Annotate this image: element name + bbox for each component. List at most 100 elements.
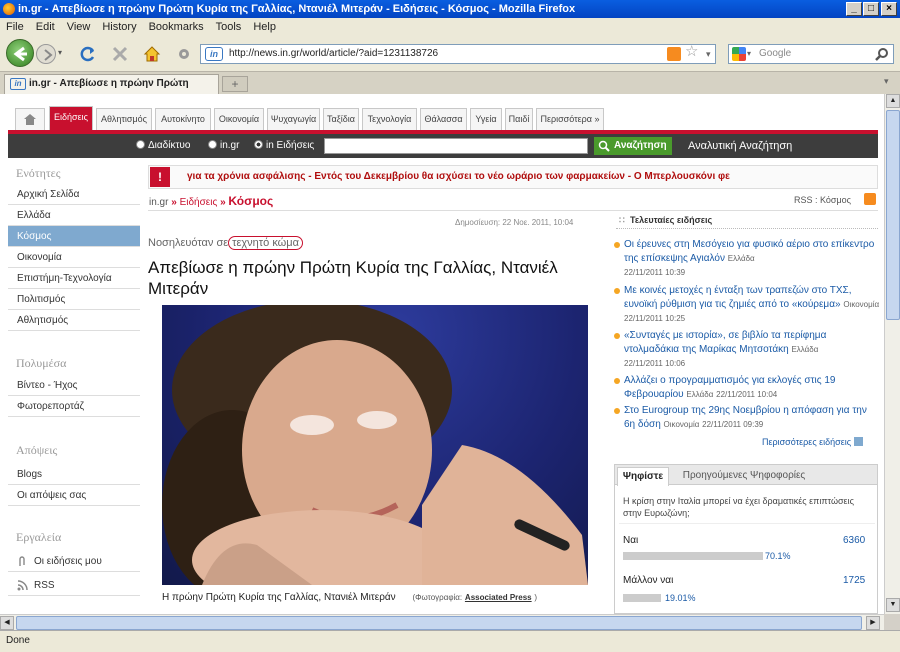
news-item[interactable]: Στο Eurogroup της 29ης Νοεμβρίου η απόφα… [614, 404, 880, 432]
menu-view[interactable]: View [67, 21, 91, 33]
photo-credit-link[interactable]: Associated Press [465, 593, 532, 602]
breadcrumb-root[interactable]: in.gr [149, 197, 168, 208]
forward-button[interactable] [36, 44, 56, 64]
menu-tools[interactable]: Tools [216, 21, 242, 33]
article-kicker: Νοσηλευόταν σε τεχνητό κώμα [148, 236, 303, 250]
search-icon[interactable] [875, 47, 889, 61]
url-text: http://news.in.gr/world/article/?aid=123… [229, 48, 439, 59]
site-tab-economy[interactable]: Οικονομία [214, 108, 264, 130]
site-tab-sea[interactable]: Θάλασσα [420, 108, 467, 130]
reload-icon[interactable] [78, 44, 98, 64]
browser-tab[interactable]: in in.gr - Απεβίωσε η πρώην Πρώτη Κυρί..… [4, 74, 219, 107]
maximize-button[interactable]: □ [863, 2, 879, 16]
news-item[interactable]: «Συνταγές με ιστορία», σε βιβλίο τα περί… [614, 329, 880, 371]
rss-section-link[interactable]: RSS : Κόσμος [794, 195, 851, 205]
scroll-thumb[interactable] [16, 616, 862, 630]
site-tab-entertainment[interactable]: Ψυχαγωγία [267, 108, 320, 130]
bookmark-star-icon[interactable]: ☆ [685, 43, 698, 61]
sidebar-item-photoreport[interactable]: Φωτορεπορτάζ [8, 396, 140, 417]
rss-feed-icon[interactable] [864, 193, 876, 205]
firefox-icon [3, 3, 15, 15]
article-photo[interactable] [162, 305, 588, 585]
vertical-scrollbar[interactable]: ▲ ▼ [884, 94, 900, 614]
status-text: Done [6, 635, 30, 646]
scroll-right-icon[interactable]: ▶ [866, 616, 880, 630]
menu-edit[interactable]: Edit [36, 21, 55, 33]
news-item-time: 22/11/2011 10:06 [624, 359, 686, 368]
sidebar-item-my-news[interactable]: Οι ειδήσεις μου [8, 551, 140, 572]
menu-help[interactable]: Help [253, 21, 276, 33]
more-news-link[interactable]: Περισσότερες ειδήσεις [762, 437, 863, 447]
sidebar-item-sports[interactable]: Αθλητισμός [8, 310, 140, 331]
poll-tab-previous[interactable]: Προηγούμενες Ψηφοφορίες [673, 468, 815, 485]
news-item[interactable]: Οι έρευνες στη Μεσόγειο για φυσικό αέριο… [614, 238, 880, 280]
site-tab-kids[interactable]: Παιδί [505, 108, 533, 130]
scroll-left-icon[interactable]: ◀ [0, 616, 14, 630]
url-dropdown-icon[interactable]: ▾ [706, 45, 711, 63]
site-tab-more[interactable]: Περισσότερα » [536, 108, 604, 130]
breadcrumb-section[interactable]: Ειδήσεις [180, 197, 218, 208]
site-tab-sports[interactable]: Αθλητισμός [96, 108, 152, 130]
sidebar-item-blogs[interactable]: Blogs [8, 464, 140, 485]
home-icon[interactable] [142, 44, 162, 64]
menu-file[interactable]: File [6, 21, 24, 33]
sidebar-heading-multimedia: Πολυμέσα [16, 356, 67, 370]
news-item[interactable]: Με κοινές μετοχές η ένταξη των τραπεζών … [614, 284, 880, 326]
site-tab-auto[interactable]: Αυτοκίνητο [155, 108, 211, 130]
site-tab-health[interactable]: Υγεία [470, 108, 502, 130]
sidebar-item-home[interactable]: Αρχική Σελίδα [8, 184, 140, 205]
poll-option-votes: 1725 [843, 575, 866, 586]
horizontal-scrollbar[interactable]: ◀ ▶ [0, 614, 884, 630]
tab-list-icon[interactable]: ▾ [884, 76, 889, 87]
new-tab-button[interactable]: + [222, 76, 248, 92]
history-dropdown-icon[interactable]: ▾ [58, 48, 68, 60]
ticker-alert-icon: ! [150, 167, 170, 187]
search-option-web[interactable]: Διαδίκτυο [136, 134, 190, 158]
poll-option-bar [623, 552, 763, 560]
bullet-icon [614, 288, 620, 294]
breadcrumb-separator: » [220, 197, 226, 208]
sidebar-item-video[interactable]: Βίντεο - Ήχος [8, 375, 140, 396]
search-engine-dropdown-icon[interactable]: ▾ [747, 45, 751, 63]
advanced-search-link[interactable]: Αναλυτική Αναζήτηση [688, 134, 792, 158]
site-search-input[interactable] [324, 138, 588, 154]
back-button[interactable] [6, 39, 34, 67]
close-window-button[interactable]: × [881, 2, 897, 16]
search-option-ingr-label: in.gr [220, 140, 240, 151]
site-tab-travel[interactable]: Ταξίδια [323, 108, 359, 130]
sidebar-item-science[interactable]: Επιστήμη-Τεχνολογία [8, 268, 140, 289]
menu-bookmarks[interactable]: Bookmarks [149, 21, 204, 33]
rss-feed-icon[interactable] [667, 47, 681, 61]
minimize-button[interactable]: _ [846, 2, 862, 16]
site-tab-news[interactable]: Ειδήσεις [49, 106, 93, 130]
news-item-section: Ελλάδα [791, 345, 819, 354]
site-tab-technology[interactable]: Τεχνολογία [362, 108, 417, 130]
published-date: Δημοσίευση: 22 Νοε. 2011, 10:04 [455, 218, 574, 227]
url-bar[interactable]: in http://news.in.gr/world/article/?aid=… [200, 43, 716, 64]
scroll-thumb[interactable] [886, 110, 900, 320]
sidebar-item-rss[interactable]: RSS [8, 575, 140, 596]
gear-icon[interactable] [174, 44, 194, 64]
search-box[interactable]: ▾ Google [728, 44, 894, 64]
news-item-section: Ελλάδα [686, 390, 714, 399]
search-option-ingr[interactable]: in.gr [208, 134, 239, 158]
scroll-up-icon[interactable]: ▲ [886, 94, 900, 108]
sidebar-item-economy[interactable]: Οικονομία [8, 247, 140, 268]
sidebar-item-world[interactable]: Κόσμος [8, 226, 140, 247]
scroll-down-icon[interactable]: ▼ [886, 598, 900, 612]
site-home-tab[interactable] [15, 108, 45, 130]
news-item[interactable]: Αλλάζει ο προγραμματισμός για εκλογές στ… [614, 374, 880, 402]
poll-option-label[interactable]: Ναι [623, 535, 638, 546]
stop-icon[interactable] [110, 44, 130, 64]
sidebar-item-culture[interactable]: Πολιτισμός [8, 289, 140, 310]
search-option-news[interactable]: in Ειδήσεις [254, 134, 314, 158]
poll-tab-vote[interactable]: Ψηφίστε [617, 467, 669, 486]
menu-history[interactable]: History [102, 21, 136, 33]
site-search-button-label: Αναζήτηση [614, 140, 667, 151]
site-search-button[interactable]: Αναζήτηση [594, 137, 672, 155]
sidebar-item-greece[interactable]: Ελλάδα [8, 205, 140, 226]
poll-option-label[interactable]: Μάλλον ναι [623, 575, 673, 586]
kicker-tag[interactable]: τεχνητό κώμα [228, 236, 303, 250]
sidebar-item-your-opinions[interactable]: Οι απόψεις σας [8, 485, 140, 506]
news-ticker[interactable]: για τα χρόνια ασφάλισης - Εντός του Δεκε… [148, 165, 878, 189]
